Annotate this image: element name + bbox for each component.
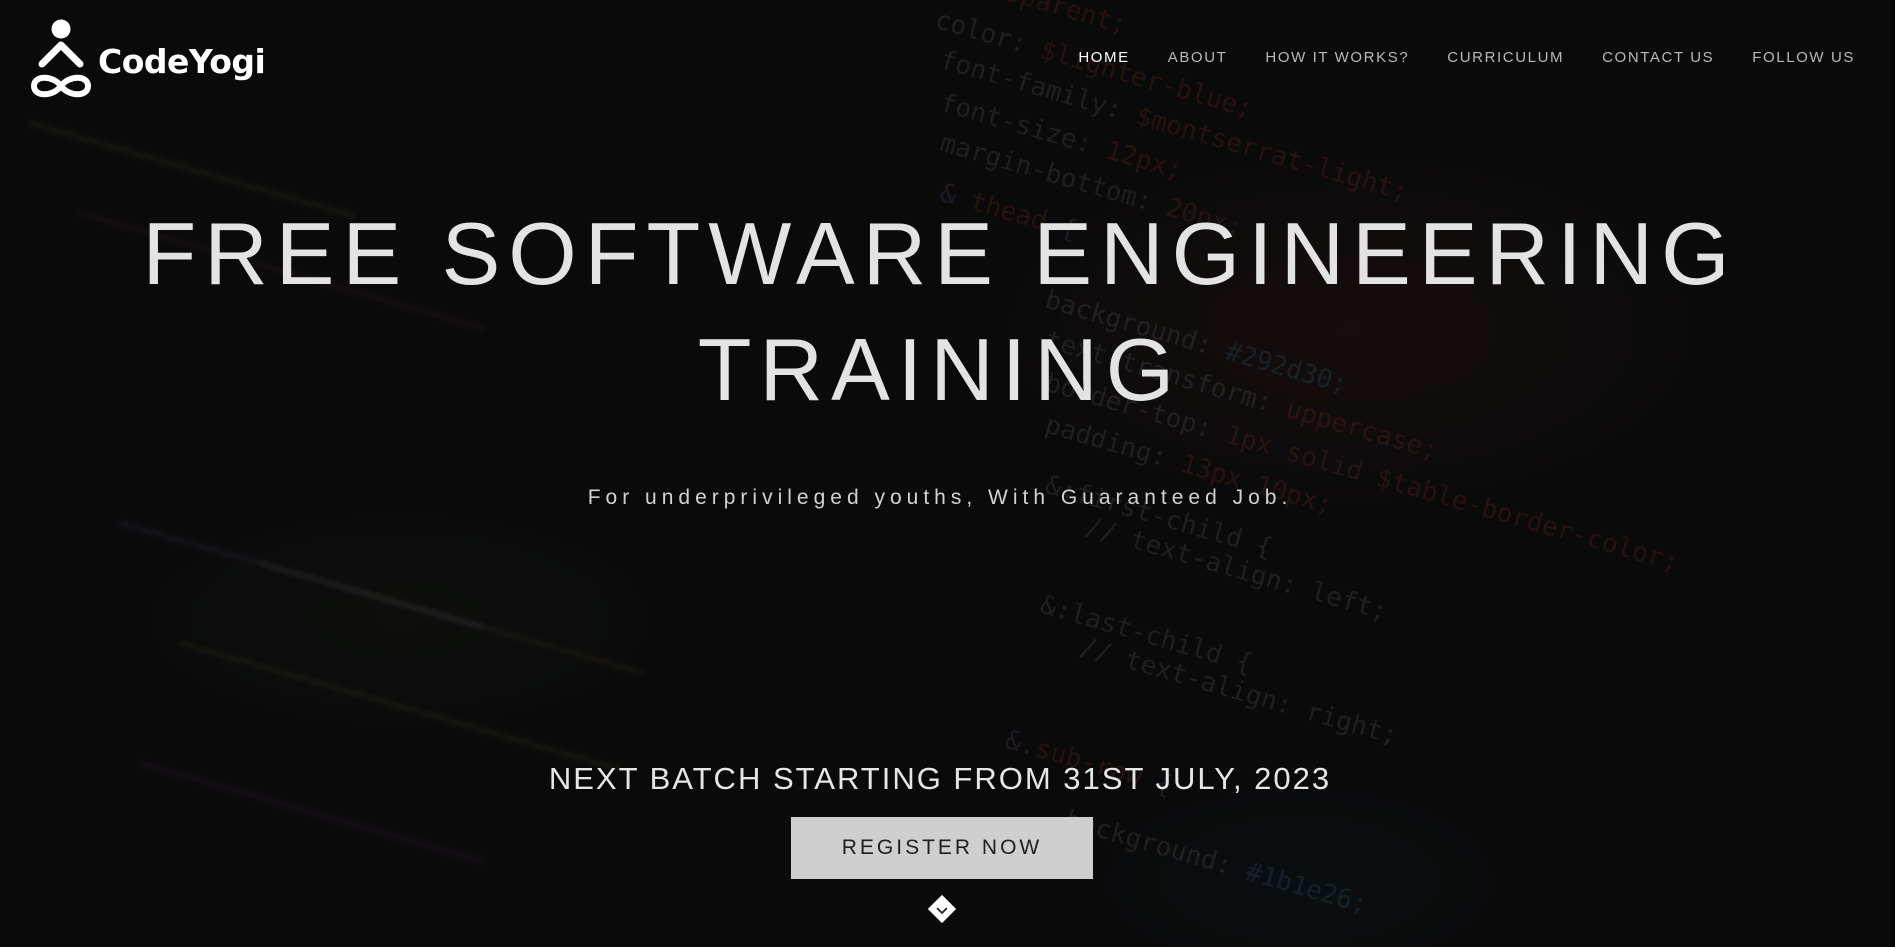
brand-name: CodeYogi — [98, 41, 266, 81]
nav-item-about[interactable]: ABOUT — [1168, 49, 1228, 66]
hero-subtitle: For underprivileged youths, With Guarant… — [587, 486, 1293, 509]
main-nav: HOME ABOUT HOW IT WORKS? CURRICULUM CONT… — [1078, 49, 1855, 66]
nav-item-contact-us[interactable]: CONTACT US — [1602, 49, 1714, 66]
nav-item-follow-us[interactable]: FOLLOW US — [1752, 49, 1855, 66]
batch-notice: NEXT BATCH STARTING FROM 31ST JULY, 2023 — [548, 761, 1332, 796]
nav-item-curriculum[interactable]: CURRICULUM — [1447, 49, 1564, 66]
dark-overlay — [0, 0, 1895, 947]
hero-headline: FREE SOFTWARE ENGINEERING TRAINING — [0, 196, 1880, 428]
hero-headline-line2: TRAINING — [697, 320, 1183, 419]
register-now-button[interactable]: REGISTER NOW — [791, 817, 1093, 879]
brand-logo[interactable]: CodeYogi — [30, 18, 266, 102]
nav-item-how-it-works[interactable]: HOW IT WORKS? — [1265, 49, 1409, 66]
scrollbar-edge — [1891, 0, 1895, 947]
hero-section: transparent; color: $lighter-blue; font-… — [0, 0, 1895, 947]
chevron-down-icon[interactable] — [926, 893, 958, 925]
yogi-infinity-logo-icon — [30, 19, 92, 98]
hero-headline-line1: FREE SOFTWARE ENGINEERING — [142, 204, 1738, 303]
nav-item-home[interactable]: HOME — [1078, 49, 1129, 66]
